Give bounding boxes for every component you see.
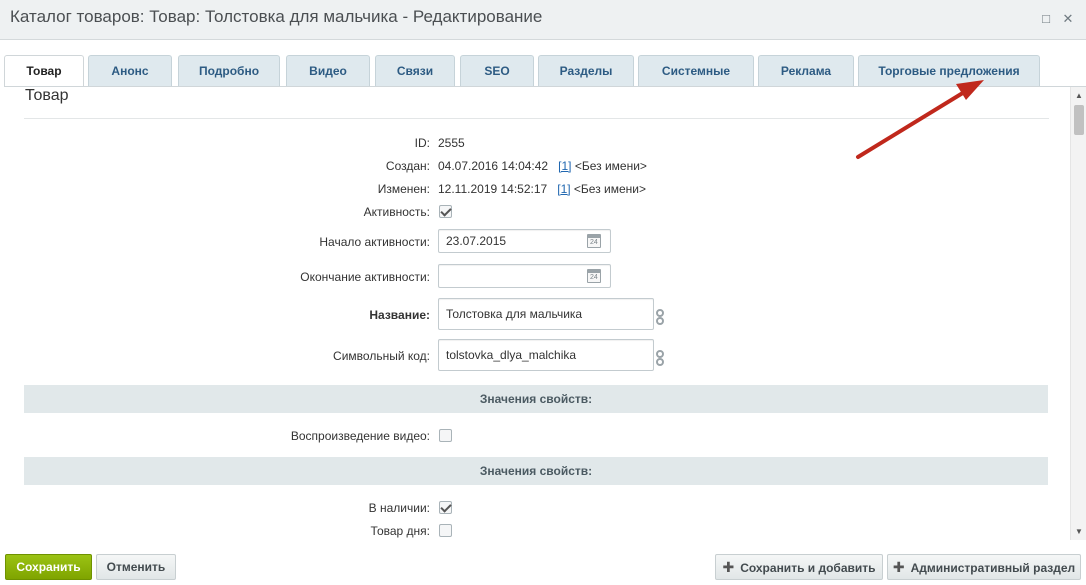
admin-section-label: Административный раздел bbox=[910, 561, 1076, 575]
tab-trade-offers[interactable]: Торговые предложения bbox=[858, 55, 1040, 87]
modified-label: Изменен: bbox=[377, 182, 430, 196]
modified-date: 12.11.2019 14:52:17 bbox=[438, 182, 548, 196]
created-user-name: <Без имени> bbox=[574, 159, 647, 173]
video-checkbox[interactable] bbox=[439, 429, 452, 442]
scroll-thumb[interactable] bbox=[1074, 105, 1084, 135]
calendar-icon-day: 24 bbox=[590, 239, 598, 246]
tab-details[interactable]: Подробно bbox=[178, 55, 280, 87]
link-chain-icon[interactable] bbox=[655, 309, 665, 329]
tab-ads[interactable]: Реклама bbox=[758, 55, 854, 87]
tab-seo[interactable]: SEO bbox=[460, 55, 534, 87]
tab-announce[interactable]: Анонс bbox=[88, 55, 172, 87]
tab-links[interactable]: Связи bbox=[375, 55, 455, 87]
modified-value: 12.11.2019 14:52:17 [1] <Без имени> bbox=[438, 182, 646, 196]
tab-sections[interactable]: Разделы bbox=[538, 55, 634, 87]
close-icon[interactable]: ✕ bbox=[1061, 12, 1075, 26]
scroll-down-icon[interactable]: ▼ bbox=[1071, 525, 1086, 539]
active-label: Активность: bbox=[363, 205, 430, 219]
section-title: Товар bbox=[25, 87, 69, 104]
active-from-label: Начало активности: bbox=[319, 235, 430, 249]
maximize-icon[interactable]: □ bbox=[1039, 12, 1053, 26]
active-to-label: Окончание активности: bbox=[300, 270, 430, 284]
edit-panel: Товар ID: 2555 Создан: 04.07.2016 14:04:… bbox=[4, 86, 1086, 540]
vertical-scrollbar[interactable]: ▲ ▼ bbox=[1070, 87, 1086, 540]
deal-of-day-label: Товар дня: bbox=[370, 524, 430, 538]
scroll-up-icon[interactable]: ▲ bbox=[1071, 89, 1086, 103]
form-footer: Сохранить Отменить ✚ Сохранить и добавить… bbox=[0, 540, 1086, 585]
plus-icon: ✚ bbox=[722, 559, 735, 575]
created-value: 04.07.2016 14:04:42 [1] <Без имени> bbox=[438, 159, 647, 173]
code-input[interactable]: tolstovka_dlya_malchika bbox=[438, 339, 654, 371]
name-input[interactable]: Толстовка для мальчика bbox=[438, 298, 654, 330]
save-and-add-button[interactable]: ✚ Сохранить и добавить bbox=[715, 554, 883, 580]
save-button[interactable]: Сохранить bbox=[5, 554, 92, 580]
active-checkbox[interactable] bbox=[439, 205, 452, 218]
created-label: Создан: bbox=[385, 159, 430, 173]
section-divider bbox=[24, 118, 1049, 119]
calendar-icon[interactable]: 24 bbox=[587, 269, 601, 283]
plus-icon: ✚ bbox=[892, 559, 905, 575]
id-value: 2555 bbox=[438, 136, 465, 150]
in-stock-label: В наличии: bbox=[368, 501, 430, 515]
properties-header: Значения свойств: bbox=[24, 457, 1048, 485]
created-user-link[interactable]: [1] bbox=[558, 159, 571, 173]
cancel-button[interactable]: Отменить bbox=[96, 554, 176, 580]
id-label: ID: bbox=[414, 136, 430, 150]
edit-form: Товар ID: 2555 Создан: 04.07.2016 14:04:… bbox=[4, 87, 1070, 540]
calendar-icon-day: 24 bbox=[590, 274, 598, 281]
modified-user-link[interactable]: [1] bbox=[557, 182, 570, 196]
tab-video[interactable]: Видео bbox=[286, 55, 370, 87]
admin-section-button[interactable]: ✚ Административный раздел bbox=[887, 554, 1081, 580]
code-label: Символьный код: bbox=[333, 349, 430, 363]
properties-header: Значения свойств: bbox=[24, 385, 1048, 413]
calendar-icon[interactable]: 24 bbox=[587, 234, 601, 248]
active-to-input[interactable] bbox=[438, 264, 611, 288]
link-chain-icon[interactable] bbox=[655, 350, 665, 370]
created-date: 04.07.2016 14:04:42 bbox=[438, 159, 549, 173]
active-from-input[interactable]: 23.07.2015 bbox=[438, 229, 611, 253]
in-stock-checkbox[interactable] bbox=[439, 501, 452, 514]
name-label: Название: bbox=[369, 308, 430, 322]
window-title: Каталог товаров: Товар: Толстовка для ма… bbox=[10, 7, 543, 26]
video-label: Воспроизведение видео: bbox=[290, 429, 430, 443]
tab-product[interactable]: Товар bbox=[4, 55, 84, 88]
tab-system[interactable]: Системные bbox=[638, 55, 754, 87]
save-and-add-label: Сохранить и добавить bbox=[740, 561, 876, 575]
window-titlebar: Каталог товаров: Товар: Толстовка для ма… bbox=[0, 0, 1086, 40]
modified-user-name: <Без имени> bbox=[573, 182, 647, 196]
tab-bar: Товар Анонс Подробно Видео Связи SEO Раз… bbox=[4, 55, 1074, 88]
deal-of-day-checkbox[interactable] bbox=[439, 524, 452, 537]
